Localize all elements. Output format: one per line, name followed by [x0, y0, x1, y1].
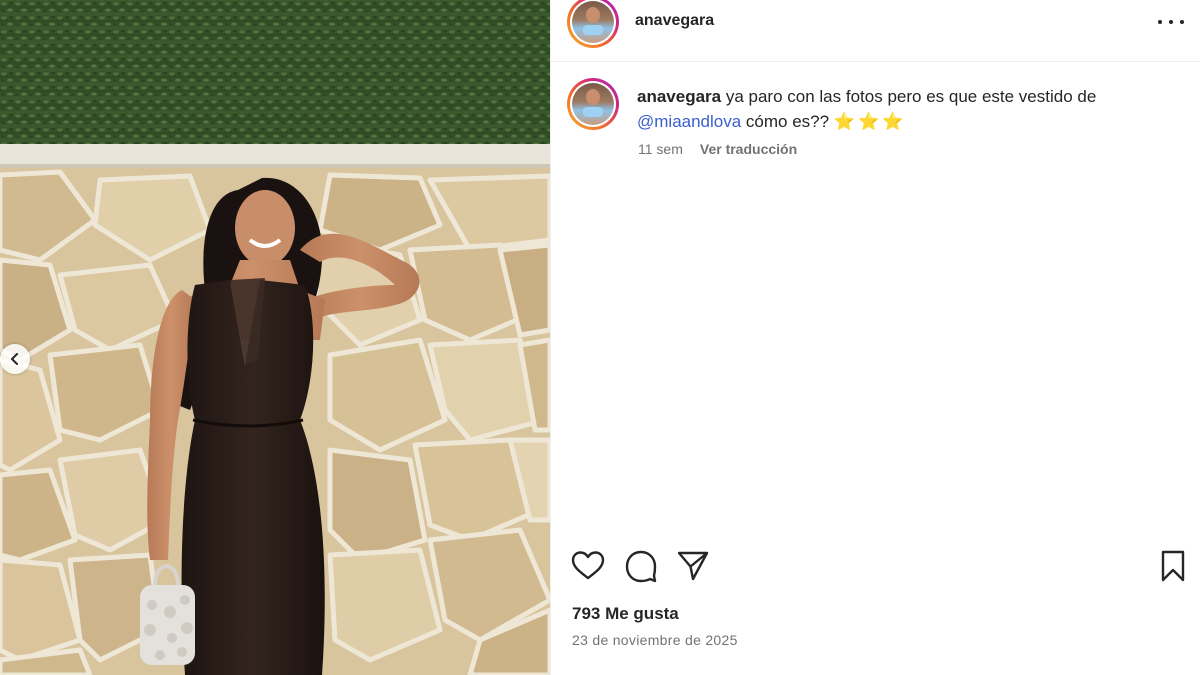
- post-date[interactable]: 23 de noviembre de 2025: [572, 632, 738, 648]
- comment-button[interactable]: [623, 548, 659, 584]
- chevron-left-icon: [11, 353, 18, 365]
- more-options-icon: [1158, 20, 1162, 24]
- translate-button[interactable]: Ver traducción: [700, 141, 797, 157]
- caption-avatar[interactable]: [567, 78, 619, 130]
- post-caption: anavegara ya paro con las fotos pero es …: [637, 84, 1157, 134]
- heart-icon: [571, 551, 605, 580]
- caption-mention[interactable]: @miaandlova: [637, 112, 741, 131]
- header-username[interactable]: anavegara: [635, 12, 714, 30]
- more-options-button[interactable]: [1158, 12, 1184, 32]
- post-photo: [0, 0, 550, 675]
- post-media[interactable]: [0, 0, 550, 675]
- caption-age[interactable]: 11 sem: [638, 141, 683, 157]
- caption-text-after: cómo es??: [741, 112, 834, 131]
- caption-username[interactable]: anavegara: [637, 87, 721, 106]
- post-header: [551, 0, 1200, 62]
- instagram-post: anavegara anavegara ya paro con las foto…: [0, 0, 1200, 675]
- action-bar: [570, 548, 1190, 584]
- bookmark-icon: [1161, 550, 1185, 582]
- save-button[interactable]: [1155, 548, 1191, 584]
- comment-icon: [625, 550, 657, 583]
- share-icon: [677, 551, 709, 581]
- like-button[interactable]: [570, 548, 606, 584]
- like-count[interactable]: 793 Me gusta: [572, 604, 679, 624]
- caption-meta: 11 sem Ver traducción: [638, 141, 797, 157]
- caption-star-emojis: ⭐⭐⭐: [833, 112, 907, 131]
- share-button[interactable]: [675, 548, 711, 584]
- caption-text-before: ya paro con las fotos pero es que este v…: [721, 87, 1097, 106]
- carousel-prev-button[interactable]: [0, 344, 30, 374]
